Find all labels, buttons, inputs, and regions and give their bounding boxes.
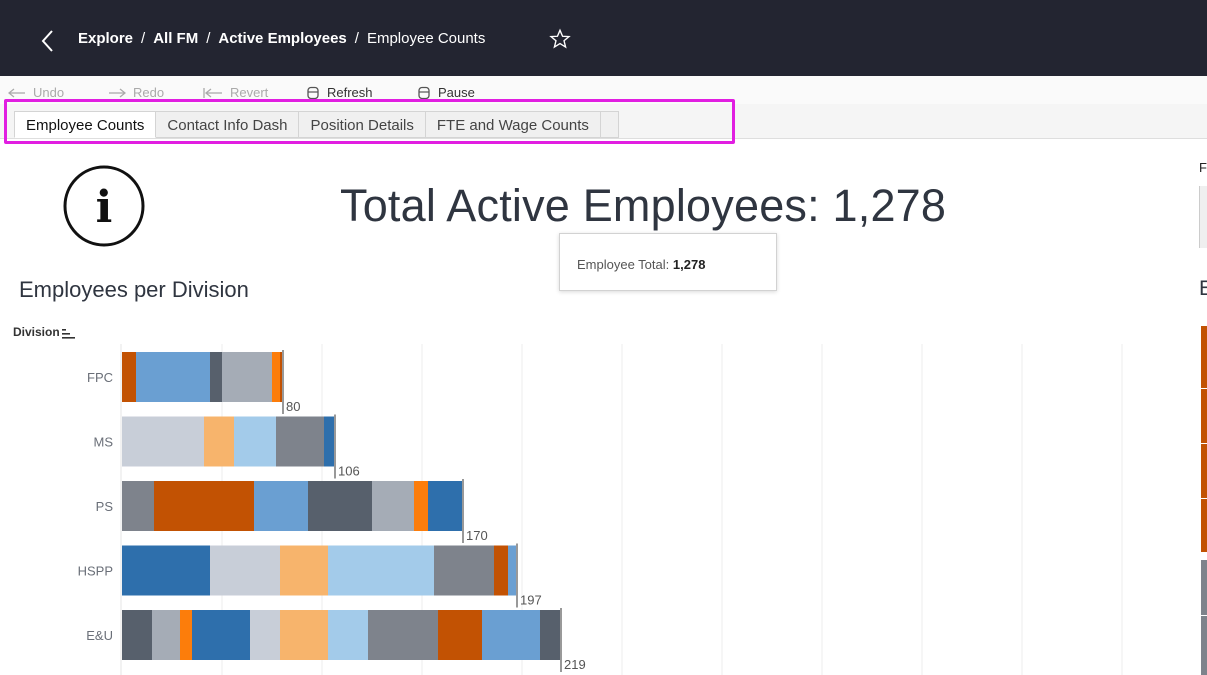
bar-segment — [438, 610, 482, 660]
section-title: Employees per Division — [19, 277, 249, 302]
bar-segment — [328, 610, 368, 660]
star-outline-icon[interactable] — [549, 28, 571, 50]
tooltip-value: 1,278 — [672, 257, 706, 272]
refresh-label: Refresh — [327, 85, 373, 100]
category-label: HSPP — [78, 564, 113, 579]
chevron-left-icon[interactable] — [38, 28, 58, 54]
total-active-employees-title: Total Active Employees: 1,278 — [340, 180, 947, 231]
bar-segment — [280, 610, 328, 660]
category-label: FPC — [87, 370, 113, 385]
employee-total-tooltip: Employee Total: 1,278 — [559, 233, 777, 291]
bar-segment — [204, 416, 234, 467]
breadcrumb-current-page: Employee Counts — [366, 30, 486, 47]
tabs-highlight-box — [4, 99, 735, 144]
undo-button[interactable]: Undo — [8, 85, 64, 100]
bar-segment — [494, 545, 508, 596]
category-label: E&U — [86, 628, 113, 643]
redo-button[interactable]: Redo — [108, 85, 164, 100]
breadcrumb-separator: / — [354, 30, 359, 47]
bar-segment — [122, 416, 204, 467]
right-panel-divider — [1201, 498, 1207, 499]
refresh-button[interactable]: Refresh — [306, 85, 373, 100]
bar-segment — [122, 481, 154, 531]
right-panel-bar-orange — [1201, 326, 1207, 552]
bar-segment — [154, 481, 254, 531]
breadcrumb-explore[interactable]: Explore — [78, 30, 133, 47]
undo-label: Undo — [33, 85, 65, 100]
top-navigation-bar: Explore / All FM / Active Employees / Employee… — [0, 0, 1207, 76]
bar-segment — [192, 610, 250, 660]
bar-segment — [508, 545, 516, 596]
revert-label: Revert — [230, 85, 269, 100]
employees-per-division-chart: FPC 80 MS 106 PS 170 HSPP 197 E&U 219 — [78, 344, 1123, 675]
bar-segment — [210, 352, 222, 402]
bar-segment — [414, 481, 428, 531]
bar-segment — [372, 481, 414, 531]
bar-segment — [122, 610, 152, 660]
breadcrumb: Explore / All FM / Active Employees / Employee… — [78, 30, 485, 47]
bar-segment — [368, 610, 438, 660]
total-data-label: 106 — [338, 464, 360, 479]
division-axis-title[interactable]: Division — [13, 325, 60, 339]
sort-icon[interactable] — [62, 328, 75, 339]
undo-arrow-icon — [8, 87, 25, 98]
svg-text:i: i — [96, 182, 113, 233]
bar-segment — [428, 481, 462, 531]
revert-icon — [203, 87, 222, 98]
breadcrumb-separator: / — [141, 30, 146, 47]
bar-segment — [280, 352, 282, 402]
redo-label: Redo — [133, 85, 165, 100]
bar-segment — [210, 545, 280, 596]
right-panel-letter-e: E — [1199, 277, 1207, 300]
bar-segment — [324, 416, 334, 467]
bar-segment — [482, 610, 540, 660]
right-panel-letter-f: F — [1199, 160, 1207, 175]
redo-arrow-icon — [109, 87, 126, 98]
right-panel-divider — [1201, 615, 1207, 616]
bar-segment — [276, 416, 324, 467]
bar-segment — [308, 481, 372, 531]
bar-segment — [250, 610, 280, 660]
right-panel-bar-gray — [1201, 560, 1207, 675]
database-icon — [418, 86, 430, 99]
total-data-label: 80 — [286, 399, 300, 414]
bar-segment — [180, 610, 192, 660]
breadcrumb-all-fm[interactable]: All FM — [153, 30, 198, 47]
category-label: MS — [94, 435, 114, 450]
database-icon — [307, 86, 319, 99]
breadcrumb-separator: / — [206, 30, 211, 47]
bar-segment — [122, 545, 210, 596]
right-panel-divider — [1201, 443, 1207, 444]
breadcrumb-active-employees[interactable]: Active Employees — [218, 30, 346, 47]
bar-segment — [122, 352, 136, 402]
revert-button[interactable]: Revert — [203, 85, 268, 100]
bar-segment — [136, 352, 210, 402]
bar-segment — [280, 545, 328, 596]
pause-label: Pause — [438, 85, 475, 100]
bar-segment — [434, 545, 494, 596]
info-circle-icon[interactable]: i — [62, 164, 146, 248]
total-data-label: 197 — [520, 593, 542, 608]
bar-segment — [254, 481, 308, 531]
bar-segment — [222, 352, 272, 402]
bar-segment — [152, 610, 180, 660]
total-data-label: 219 — [564, 657, 586, 672]
bar-segment — [540, 610, 560, 660]
bar-segment — [272, 352, 280, 402]
bar-segment — [328, 545, 434, 596]
right-panel-filter-box[interactable] — [1199, 186, 1207, 248]
pause-button[interactable]: Pause — [417, 85, 475, 100]
bar-segment — [234, 416, 276, 467]
total-data-label: 170 — [466, 528, 488, 543]
right-panel-divider — [1201, 388, 1207, 389]
category-label: PS — [96, 499, 114, 514]
tooltip-label: Employee Total: — [577, 257, 670, 272]
